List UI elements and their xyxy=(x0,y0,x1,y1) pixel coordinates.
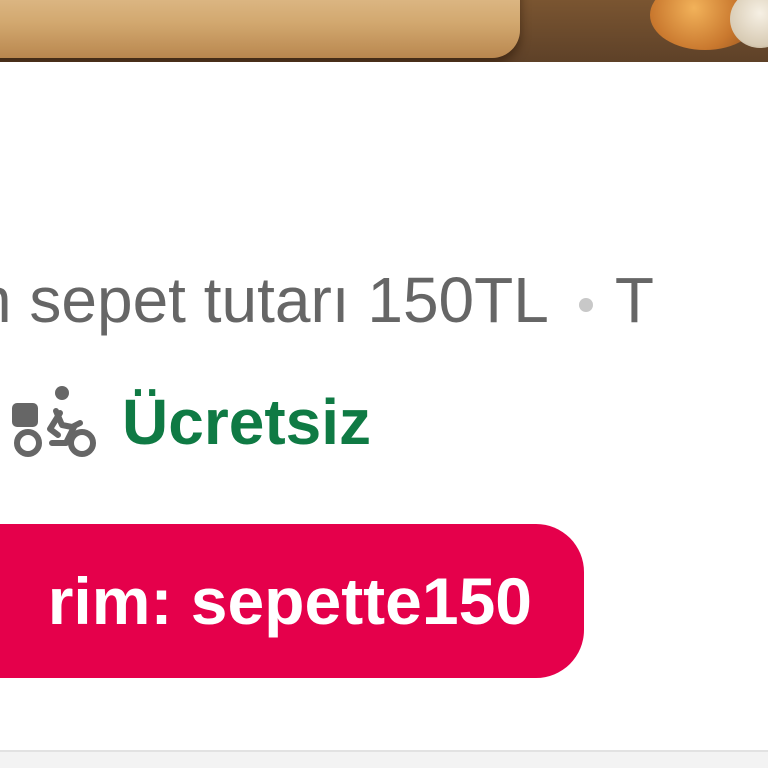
restaurant-info-line: n sepet tutarı 150TL T xyxy=(0,260,654,340)
min-basket-amount: n sepet tutarı 150TL xyxy=(0,264,549,336)
restaurant-card[interactable]: n sepet tutarı 150TL T Ücretsiz rim: sepe… xyxy=(0,0,768,750)
courier-bike-icon xyxy=(10,383,98,461)
promo-code-text: rim: sepette150 xyxy=(47,564,532,638)
delivery-fee-row: Ücretsiz xyxy=(10,382,371,462)
card-divider xyxy=(0,750,768,752)
wooden-board-graphic xyxy=(0,0,520,58)
info-line-trailing-text: T xyxy=(614,264,654,336)
delivery-fee-text: Ücretsiz xyxy=(122,386,371,458)
separator-dot xyxy=(578,298,593,313)
restaurant-image xyxy=(0,0,768,62)
promo-code-badge[interactable]: rim: sepette150 xyxy=(0,524,584,678)
